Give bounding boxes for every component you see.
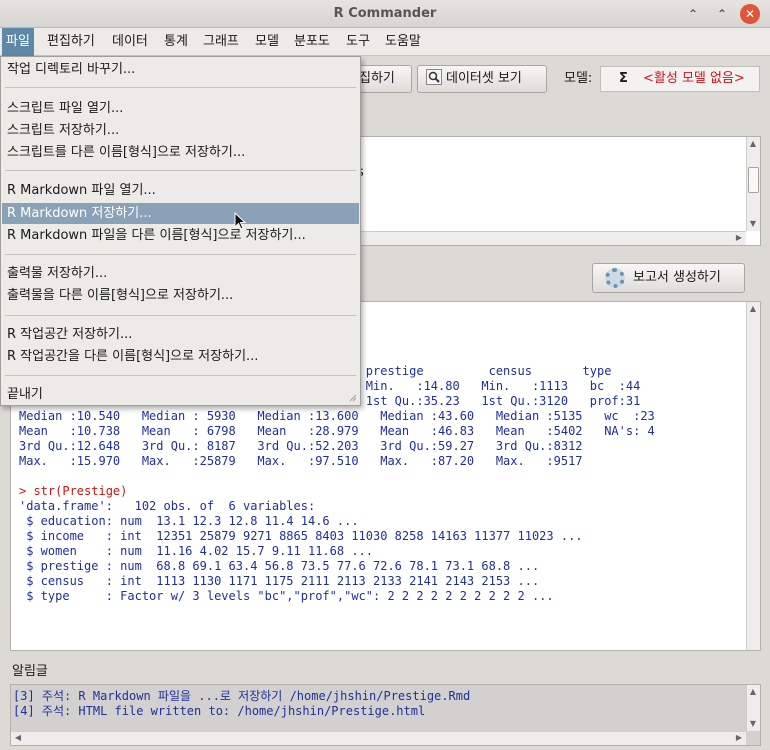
menu-item-open-rmarkdown[interactable]: R Markdown 파일 열기... xyxy=(2,180,359,201)
output-line: Median :10.540 Median : 5930 Median :13.… xyxy=(19,409,655,423)
generate-report-label: 보고서 생성하기 xyxy=(633,270,721,285)
menu-help[interactable]: 도움말 xyxy=(381,28,425,56)
messages-text: [3] 주석: R Markdown 파일을 ...로 저장하기 /home/j… xyxy=(13,689,470,719)
msg-scroll-down-icon[interactable]: ▼ xyxy=(747,718,759,730)
menu-models[interactable]: 모델 xyxy=(251,28,283,56)
menu-item-save-script[interactable]: 스크립트 저장하기... xyxy=(2,120,359,141)
menu-separator xyxy=(5,375,356,376)
active-model-value: <활성 모델 없음> xyxy=(643,71,745,86)
view-dataset-label: 데이터셋 보기 xyxy=(446,71,522,86)
command-line: > str(Prestige) xyxy=(19,484,128,498)
messages-window[interactable]: [3] 주석: R Markdown 파일을 ...로 저장하기 /home/j… xyxy=(10,684,761,746)
menu-separator xyxy=(5,87,356,88)
messages-label: 알림글 xyxy=(12,664,48,679)
output-line: $ income : int 12351 25879 9271 8865 840… xyxy=(19,529,583,543)
menu-bar: 파일 편집하기 데이터 통계 그래프 모델 분포도 도구 도움말 xyxy=(0,28,770,56)
magnifier-icon xyxy=(426,69,442,85)
menu-edit[interactable]: 편집하기 xyxy=(43,28,99,56)
output-line: $ census : int 1113 1130 1171 1175 2111 … xyxy=(19,574,540,588)
menu-separator xyxy=(5,170,356,171)
active-model-button[interactable]: Σ <활성 모델 없음> xyxy=(600,66,760,92)
output-line: $ women : num 11.16 4.02 15.7 9.11 11.68… xyxy=(19,544,374,558)
menu-tools[interactable]: 도구 xyxy=(342,28,374,56)
menu-item-save-output-as[interactable]: 출력물을 다른 이름[형식]으로 저장하기... xyxy=(2,285,359,306)
resize-grip-icon xyxy=(349,394,357,402)
menu-item-save-rmarkdown-as[interactable]: R Markdown 파일을 다른 이름[형식]으로 저장하기... xyxy=(2,225,359,246)
output-line: Mean :10.738 Mean : 6798 Mean :28.979 Me… xyxy=(19,424,655,438)
msg-scroll-up-icon[interactable]: ▲ xyxy=(747,686,759,698)
menu-item-save-workspace-as[interactable]: R 작업공간을 다른 이름[형식]으로 저장하기... xyxy=(2,346,359,367)
edit-dataset-label: 집하기 xyxy=(359,71,395,86)
file-menu-dropdown: 작업 디렉토리 바꾸기... 스크립트 파일 열기... 스크립트 저장하기..… xyxy=(0,56,361,406)
messages-horizontal-scrollbar[interactable]: ◀ ▶ xyxy=(11,731,746,745)
menu-file[interactable]: 파일 xyxy=(2,28,34,56)
menu-item-save-rmarkdown[interactable]: R Markdown 저장하기... xyxy=(2,203,359,224)
output-line: [4] 주석: HTML file written to: /home/jhsh… xyxy=(13,704,426,718)
mouse-cursor-icon xyxy=(234,212,247,230)
output-line: $ type : Factor w/ 3 levels "bc","prof",… xyxy=(19,589,554,603)
script-scroll-thumb[interactable] xyxy=(748,167,759,193)
gear-icon xyxy=(605,268,625,288)
output-line: 3rd Qu.:12.648 3rd Qu.: 8187 3rd Qu.:52.… xyxy=(19,439,583,453)
model-label: 모델: xyxy=(564,71,593,86)
script-vertical-scrollbar[interactable]: ▲ ▼ xyxy=(746,137,760,231)
output-line: $ prestige : num 68.8 69.1 63.4 56.8 73.… xyxy=(19,559,540,573)
menu-separator xyxy=(5,254,356,255)
menu-item-exit[interactable]: 끝내기 xyxy=(2,384,359,405)
minimize-button[interactable]: ⌃ xyxy=(683,4,703,24)
output-vertical-scrollbar[interactable]: ▲ xyxy=(746,302,760,650)
close-button[interactable]: ✕ xyxy=(740,4,760,24)
window-title: R Commander xyxy=(333,6,437,21)
output-scroll-up-icon[interactable]: ▲ xyxy=(747,303,759,315)
menu-item-save-output[interactable]: 출력물 저장하기... xyxy=(2,263,359,284)
scroll-up-icon[interactable]: ▲ xyxy=(747,138,759,150)
scroll-right-icon[interactable]: ▶ xyxy=(733,232,745,244)
menu-graphs[interactable]: 그래프 xyxy=(199,28,243,56)
messages-vertical-scrollbar[interactable]: ▲ ▼ xyxy=(746,685,760,731)
output-line: $ education: num 13.1 12.3 12.8 11.4 14.… xyxy=(19,514,359,528)
output-line: [3] 주석: R Markdown 파일을 ...로 저장하기 /home/j… xyxy=(13,689,471,703)
sigma-icon: Σ xyxy=(619,71,628,86)
menu-item-save-script-as[interactable]: 스크립트를 다른 이름[형식]으로 저장하기... xyxy=(2,142,359,163)
maximize-button[interactable]: ⌃ xyxy=(712,4,732,24)
menu-item-open-script[interactable]: 스크립트 파일 열기... xyxy=(2,98,359,119)
output-line: Max. :15.970 Max. :25879 Max. :97.510 Ma… xyxy=(19,454,583,468)
menu-distributions[interactable]: 분포도 xyxy=(290,28,334,56)
menu-separator xyxy=(5,315,356,316)
scroll-down-icon[interactable]: ▼ xyxy=(747,218,759,230)
menu-item-change-working-directory[interactable]: 작업 디렉토리 바꾸기... xyxy=(2,59,359,80)
str-output: 'data.frame': 102 obs. of 6 variables: $… xyxy=(19,499,583,604)
msg-scroll-right-icon[interactable]: ▶ xyxy=(733,732,745,744)
msg-scroll-left-icon[interactable]: ◀ xyxy=(12,732,24,744)
view-dataset-button[interactable]: 데이터셋 보기 xyxy=(417,65,547,93)
title-bar: R Commander ⌃ ⌃ ✕ xyxy=(0,0,770,28)
menu-statistics[interactable]: 통계 xyxy=(160,28,192,56)
menu-data[interactable]: 데이터 xyxy=(108,28,152,56)
menu-item-save-workspace[interactable]: R 작업공간 저장하기... xyxy=(2,324,359,345)
output-line: 'data.frame': 102 obs. of 6 variables: xyxy=(19,499,316,513)
generate-report-button[interactable]: 보고서 생성하기 xyxy=(592,263,745,293)
